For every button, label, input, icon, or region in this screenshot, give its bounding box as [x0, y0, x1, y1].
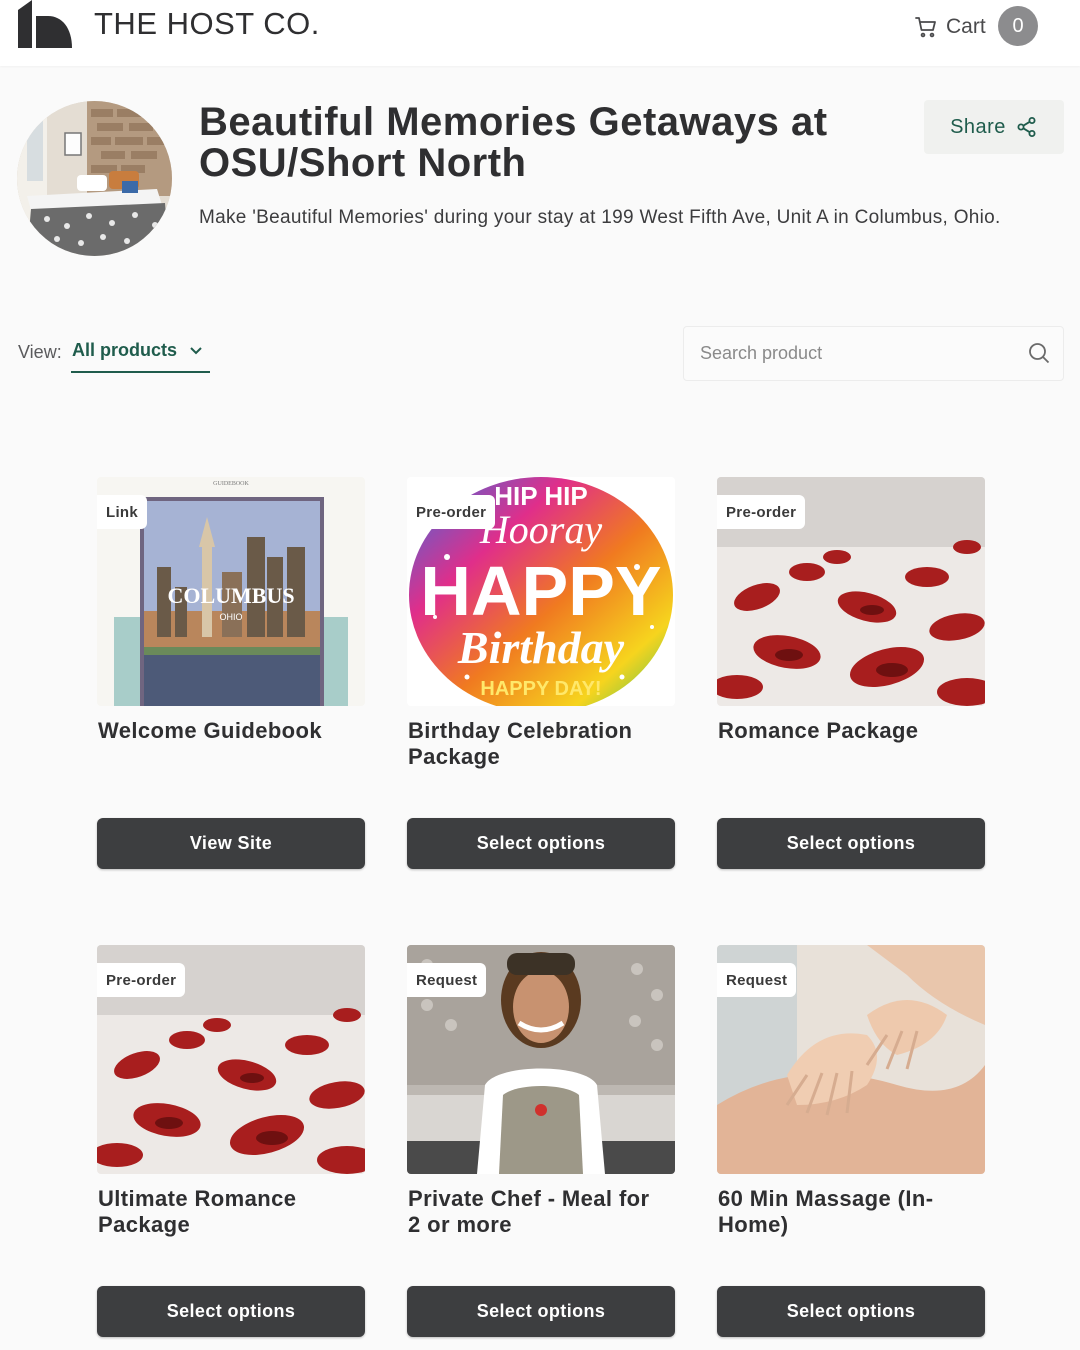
- select-options-button[interactable]: Select options: [407, 818, 675, 869]
- view-filter-value: All products: [72, 340, 178, 360]
- product-badge: Pre-order: [97, 963, 186, 997]
- product-title[interactable]: Romance Package: [718, 718, 978, 744]
- cover-city-text: COLUMBUS: [167, 583, 294, 608]
- cart-count-badge[interactable]: 0: [998, 6, 1038, 46]
- product-image[interactable]: Request: [407, 945, 675, 1174]
- view-filter-label: View:: [18, 342, 62, 362]
- cover-small-text: GUIDEBOOK: [213, 481, 249, 487]
- view-site-button[interactable]: View Site: [97, 818, 365, 869]
- product-title[interactable]: Birthday Celebration Package: [408, 718, 668, 770]
- product-badge: Request: [717, 963, 797, 997]
- balloon-happy-text: HAPPY: [420, 552, 661, 630]
- share-label: Share: [950, 115, 1006, 138]
- share-icon: [1017, 117, 1036, 137]
- product-badge: Request: [407, 963, 487, 997]
- property-avatar: [17, 101, 172, 256]
- product-image[interactable]: Pre-order: [97, 945, 365, 1174]
- search-icon[interactable]: [1028, 342, 1050, 364]
- product-title[interactable]: Ultimate Romance Package: [98, 1186, 358, 1238]
- cart-icon: [915, 17, 936, 38]
- property-description: Make 'Beautiful Memories' during your st…: [199, 207, 1001, 228]
- brand-name[interactable]: THE HOST CO.: [94, 6, 320, 42]
- product-title[interactable]: Welcome Guidebook: [98, 718, 358, 744]
- balloon-birthday-text: Birthday: [457, 622, 625, 673]
- search-input[interactable]: [700, 327, 1020, 380]
- select-options-button[interactable]: Select options: [407, 1286, 675, 1337]
- view-filter-select[interactable]: All products: [71, 340, 210, 373]
- product-badge: Pre-order: [717, 495, 806, 529]
- product-image[interactable]: Request: [717, 945, 985, 1174]
- product-title[interactable]: Private Chef - Meal for 2 or more: [408, 1186, 668, 1238]
- site-header: THE HOST CO. Cart 0: [0, 0, 1080, 66]
- product-badge: Link: [97, 495, 148, 529]
- cart-label: Cart: [946, 15, 986, 38]
- cover-state-text: OHIO: [219, 612, 242, 622]
- balloon-bottom-text: HAPPY DAY!: [480, 678, 601, 700]
- search-box: [683, 326, 1064, 381]
- chevron-down-icon: [190, 347, 202, 355]
- host-co-logo-icon[interactable]: [16, 0, 74, 50]
- select-options-button[interactable]: Select options: [97, 1286, 365, 1337]
- product-image[interactable]: Pre-order: [717, 477, 985, 706]
- share-button[interactable]: Share: [924, 100, 1064, 154]
- product-image[interactable]: GUIDEBOOK COLUMBUS OHIO Link: [97, 477, 365, 706]
- select-options-button[interactable]: Select options: [717, 1286, 985, 1337]
- product-title[interactable]: 60 Min Massage (In-Home): [718, 1186, 978, 1238]
- product-image[interactable]: HIP HIP Hooray HAPPY Birthday HAPPY DAY!…: [407, 477, 675, 706]
- select-options-button[interactable]: Select options: [717, 818, 985, 869]
- balloon-hooray-text: Hooray: [479, 507, 602, 552]
- product-badge: Pre-order: [407, 495, 496, 529]
- property-title: Beautiful Memories Getaways at OSU/Short…: [199, 100, 828, 185]
- cart-button[interactable]: Cart: [914, 8, 986, 46]
